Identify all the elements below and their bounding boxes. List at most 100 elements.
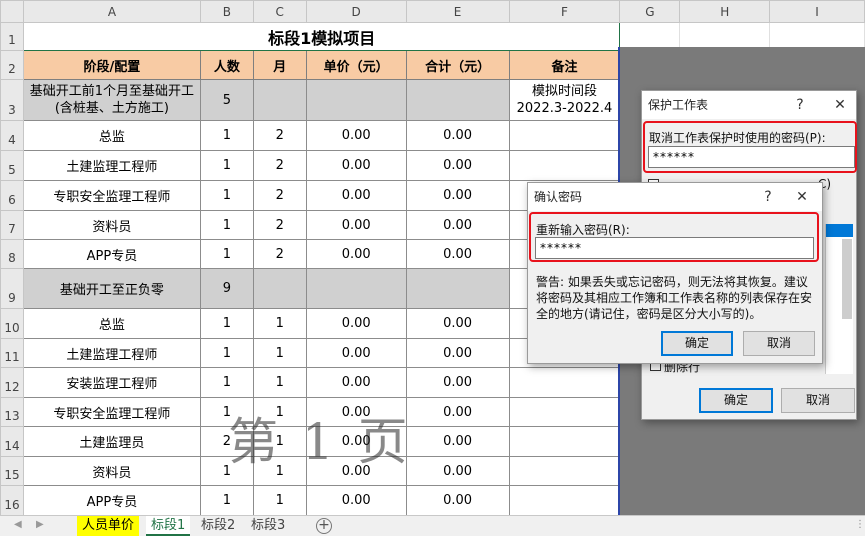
total-cell[interactable]: 0.00: [405, 367, 510, 398]
row-header[interactable]: 2: [0, 50, 24, 80]
month-cell[interactable]: 1: [252, 367, 307, 398]
role-cell[interactable]: 专职安全监理工程师: [22, 397, 201, 427]
column-header[interactable]: G: [619, 0, 681, 23]
stage-cell[interactable]: 基础开工前1个月至基础开工 (含桩基、土方施工): [22, 79, 201, 121]
month-cell[interactable]: 1: [252, 338, 307, 368]
cancel-button[interactable]: 取消: [781, 388, 855, 413]
remark-cell[interactable]: [508, 397, 621, 427]
remark-cell[interactable]: [508, 485, 621, 516]
row-header[interactable]: 14: [0, 426, 24, 457]
count-cell[interactable]: 1: [199, 210, 254, 240]
sheet-tab[interactable]: 人员单价: [77, 516, 140, 536]
total-cell[interactable]: 0.00: [405, 308, 510, 339]
price-cell[interactable]: 0.00: [305, 120, 407, 151]
month-cell[interactable]: 1: [252, 485, 307, 516]
row-header[interactable]: 9: [0, 268, 24, 309]
row-header[interactable]: 5: [0, 150, 24, 181]
row-header[interactable]: 3: [0, 79, 24, 121]
cell[interactable]: [252, 268, 307, 309]
total-cell[interactable]: 0.00: [405, 456, 510, 486]
role-cell[interactable]: APP专员: [22, 485, 201, 516]
role-cell[interactable]: 资料员: [22, 456, 201, 486]
cancel-button[interactable]: 取消: [743, 331, 815, 356]
count-cell[interactable]: 9: [199, 268, 254, 309]
role-cell[interactable]: 资料员: [22, 210, 201, 240]
row-header[interactable]: 13: [0, 397, 24, 427]
row-header[interactable]: 12: [0, 367, 24, 398]
total-cell[interactable]: 0.00: [405, 239, 510, 269]
cell[interactable]: [405, 79, 510, 121]
header-total[interactable]: 合计（元）: [405, 50, 510, 80]
role-cell[interactable]: APP专员: [22, 239, 201, 269]
add-sheet-icon[interactable]: +: [316, 518, 332, 534]
column-header[interactable]: E: [405, 0, 510, 23]
total-cell[interactable]: 0.00: [405, 485, 510, 516]
tab-scroll-icon[interactable]: ⋮: [855, 519, 865, 530]
count-cell[interactable]: 1: [199, 485, 254, 516]
row-header[interactable]: 7: [0, 210, 24, 240]
column-header[interactable]: B: [199, 0, 254, 23]
header-count[interactable]: 人数: [199, 50, 254, 80]
cell[interactable]: [252, 79, 307, 121]
sheet-tab-active[interactable]: 标段1: [146, 516, 191, 536]
next-sheet-icon[interactable]: ▶: [36, 519, 44, 530]
help-icon[interactable]: ?: [756, 183, 780, 211]
remark-cell[interactable]: 模拟时间段 2022.3-2022.4: [508, 79, 621, 121]
row-header[interactable]: 11: [0, 338, 24, 368]
remark-cell[interactable]: [508, 426, 621, 457]
total-cell[interactable]: 0.00: [405, 338, 510, 368]
row-header[interactable]: 10: [0, 308, 24, 339]
month-cell[interactable]: 2: [252, 210, 307, 240]
stage-cell[interactable]: 基础开工至正负零: [22, 268, 201, 309]
count-cell[interactable]: 1: [199, 239, 254, 269]
role-cell[interactable]: 专职安全监理工程师: [22, 180, 201, 211]
remark-cell[interactable]: [508, 367, 621, 398]
total-cell[interactable]: 0.00: [405, 397, 510, 427]
column-header[interactable]: D: [305, 0, 407, 23]
role-cell[interactable]: 土建监理工程师: [22, 150, 201, 181]
help-icon[interactable]: ?: [788, 91, 812, 119]
cell[interactable]: [305, 79, 407, 121]
cell[interactable]: [305, 268, 407, 309]
price-cell[interactable]: 0.00: [305, 338, 407, 368]
ok-button[interactable]: 确定: [699, 388, 773, 413]
sheet-tab[interactable]: 标段2: [196, 516, 240, 536]
remark-cell[interactable]: [508, 120, 621, 151]
price-cell[interactable]: 0.00: [305, 308, 407, 339]
remark-cell[interactable]: [508, 456, 621, 486]
month-cell[interactable]: 1: [252, 308, 307, 339]
column-header[interactable]: F: [508, 0, 621, 23]
row-header[interactable]: 15: [0, 456, 24, 486]
sheet-tab[interactable]: 标段3: [246, 516, 290, 536]
total-cell[interactable]: 0.00: [405, 120, 510, 151]
count-cell[interactable]: 1: [199, 150, 254, 181]
header-price[interactable]: 单价（元）: [305, 50, 407, 80]
count-cell[interactable]: 1: [199, 308, 254, 339]
row-header[interactable]: 6: [0, 180, 24, 211]
count-cell[interactable]: 1: [199, 180, 254, 211]
month-cell[interactable]: 2: [252, 120, 307, 151]
price-cell[interactable]: 0.00: [305, 367, 407, 398]
ok-button[interactable]: 确定: [661, 331, 733, 356]
row-header[interactable]: 16: [0, 485, 24, 516]
cell[interactable]: [405, 268, 510, 309]
row-header[interactable]: 8: [0, 239, 24, 269]
role-cell[interactable]: 安装监理工程师: [22, 367, 201, 398]
column-header[interactable]: A: [22, 0, 201, 23]
prev-sheet-icon[interactable]: ◀: [14, 519, 22, 530]
row-header[interactable]: 1: [0, 22, 24, 51]
row-header[interactable]: 4: [0, 120, 24, 151]
header-remark[interactable]: 备注: [508, 50, 621, 80]
header-stage[interactable]: 阶段/配置: [22, 50, 201, 80]
close-icon[interactable]: ✕: [790, 183, 814, 211]
count-cell[interactable]: 1: [199, 120, 254, 151]
count-cell[interactable]: 1: [199, 338, 254, 368]
month-cell[interactable]: 2: [252, 180, 307, 211]
role-cell[interactable]: 土建监理工程师: [22, 338, 201, 368]
column-header[interactable]: H: [679, 0, 771, 23]
price-cell[interactable]: 0.00: [305, 485, 407, 516]
sheet-title[interactable]: 标段1模拟项目: [22, 22, 621, 51]
column-header[interactable]: C: [252, 0, 307, 23]
remark-cell[interactable]: [508, 150, 621, 181]
total-cell[interactable]: 0.00: [405, 150, 510, 181]
